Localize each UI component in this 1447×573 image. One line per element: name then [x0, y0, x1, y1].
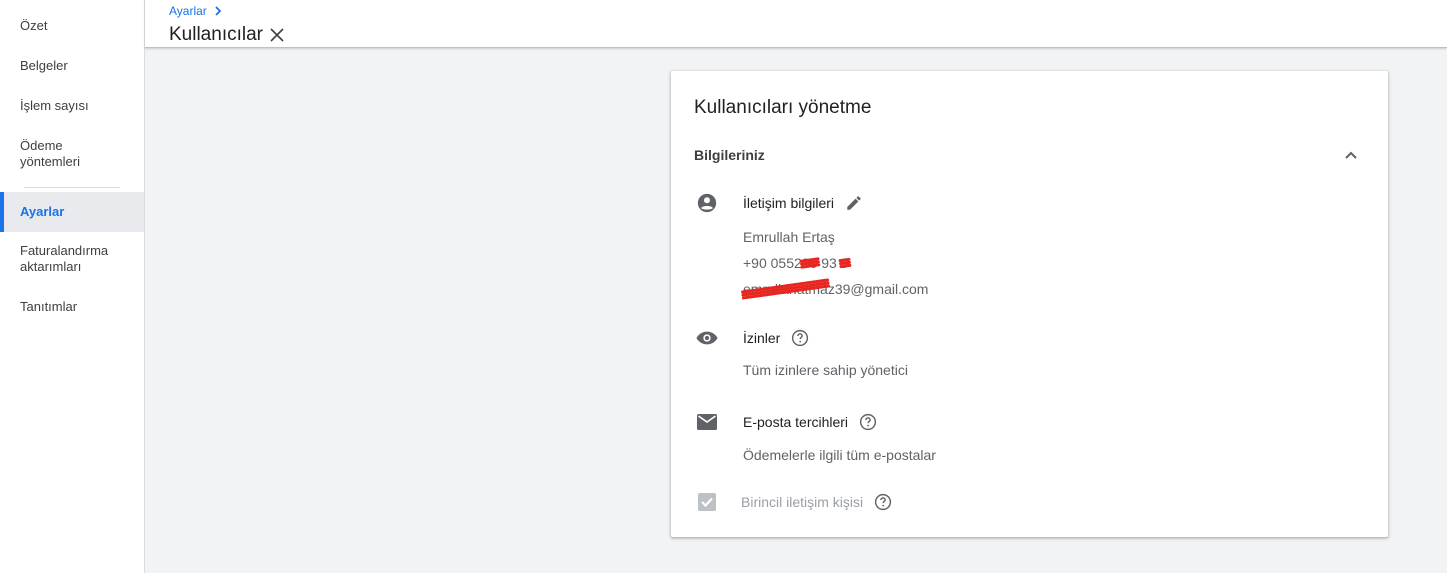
- sidebar-item-belgeler[interactable]: Belgeler: [0, 58, 144, 74]
- manage-users-card: Kullanıcıları yönetme Bilgileriniz İleti…: [671, 71, 1388, 537]
- phone-redaction-2: 9: [841, 250, 849, 276]
- chevron-right-icon: [215, 6, 222, 16]
- email-prefs-value: Ödemelerle ilgili tüm e-postalar: [743, 447, 936, 463]
- email-prefs-label: E-posta tercihleri: [743, 414, 849, 430]
- help-icon[interactable]: [790, 328, 810, 348]
- close-icon[interactable]: [267, 25, 287, 45]
- page-title-text: Kullanıcılar: [169, 24, 263, 45]
- help-icon[interactable]: [873, 492, 893, 512]
- sidebar: Özet Belgeler İşlem sayısı Ödeme yönteml…: [0, 0, 145, 573]
- primary-contact-checkbox[interactable]: [695, 490, 719, 514]
- primary-contact-label: Birincil iletişim kişisi: [741, 494, 864, 510]
- email-redaction: emrullahatma: [743, 276, 828, 302]
- card-title: Kullanıcıları yönetme: [694, 97, 872, 118]
- permissions-label: İzinler: [743, 330, 781, 346]
- eye-icon: [695, 326, 719, 350]
- sidebar-item-islem-sayisi[interactable]: İşlem sayısı: [0, 98, 144, 114]
- phone-redaction-1: 00: [802, 250, 818, 276]
- account-circle-icon: [695, 191, 719, 215]
- page-title: Kullanıcılar: [169, 24, 287, 46]
- mail-icon: [695, 410, 719, 434]
- contact-email: emrullahatmaz39@gmail.com: [743, 276, 928, 302]
- contact-info-label-row: İletişim bilgileri: [743, 193, 864, 213]
- sidebar-item-ozet[interactable]: Özet: [0, 18, 144, 34]
- contact-info-label: İletişim bilgileri: [743, 195, 835, 211]
- sidebar-item-odeme-yontemleri[interactable]: Ödeme yöntemleri: [0, 138, 144, 170]
- chevron-up-icon[interactable]: [1341, 145, 1361, 165]
- permissions-value: Tüm izinlere sahip yönetici: [743, 362, 908, 378]
- help-icon[interactable]: [858, 412, 878, 432]
- page-header: Ayarlar Kullanıcılar: [145, 0, 1447, 48]
- primary-contact-label-row: Birincil iletişim kişisi: [741, 492, 893, 512]
- contact-details: Emrullah Ertaş +90 055200 93 9 emrullaha…: [743, 224, 928, 302]
- permissions-label-row: İzinler: [743, 328, 810, 348]
- email-prefs-label-row: E-posta tercihleri: [743, 412, 878, 432]
- sidebar-item-tanitimlar[interactable]: Tanıtımlar: [0, 299, 144, 315]
- sidebar-divider: [24, 187, 120, 188]
- section-title-bilgileriniz: Bilgileriniz: [694, 147, 765, 163]
- sidebar-item-ayarlar[interactable]: Ayarlar: [0, 192, 144, 232]
- edit-pencil-icon[interactable]: [844, 193, 864, 213]
- contact-phone: +90 055200 93 9: [743, 250, 928, 276]
- contact-name: Emrullah Ertaş: [743, 229, 835, 245]
- sidebar-item-faturalandirma-aktarimlari[interactable]: Faturalandırma aktarımları: [0, 243, 144, 275]
- breadcrumb[interactable]: Ayarlar: [169, 4, 223, 18]
- breadcrumb-link-ayarlar[interactable]: Ayarlar: [169, 4, 207, 18]
